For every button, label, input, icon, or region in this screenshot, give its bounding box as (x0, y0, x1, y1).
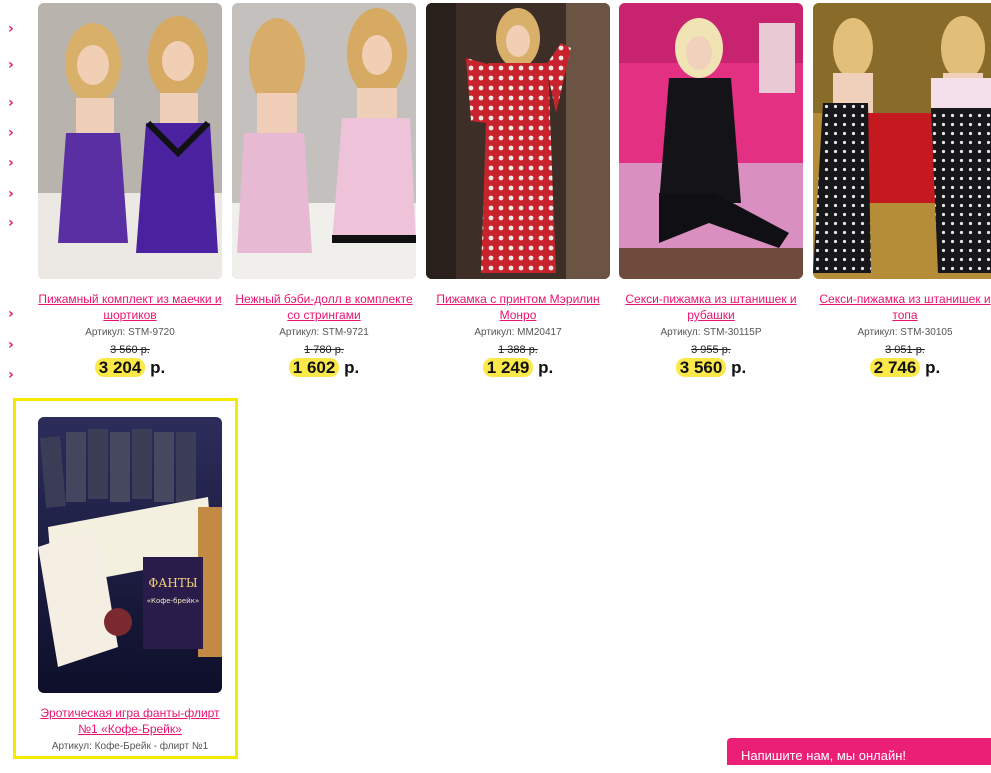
product-card[interactable]: Секси-пижамка из штанишек и рубашки Арти… (619, 3, 803, 378)
price-value: 1 249 (482, 358, 534, 377)
product-sku: Артикул: STM-30115P (660, 327, 762, 338)
game-box-title: ФАНТЫ (148, 576, 198, 590)
price: 3 560 р. (675, 358, 747, 378)
product-sku: Артикул: STM-9720 (85, 327, 175, 338)
price: 1 249 р. (482, 358, 554, 378)
product-card[interactable]: ФАНТЫ «Кофе-брейк» Эротическая игра фант… (38, 417, 222, 753)
chevron-right-icon[interactable]: › (8, 58, 20, 72)
chevron-right-icon[interactable]: › (8, 307, 20, 321)
product-card[interactable]: Нежный бэби-долл в комплекте со стрингам… (232, 3, 416, 378)
product-image[interactable] (232, 3, 416, 279)
old-price: 1 388 р. (498, 344, 538, 356)
chevron-right-icon[interactable]: › (8, 338, 20, 352)
price: 3 204 р. (94, 358, 166, 378)
price-currency: р. (925, 358, 941, 377)
old-price: 3 051 р. (885, 344, 925, 356)
price-currency: р. (731, 358, 747, 377)
product-title-link[interactable]: Секси-пижамка из штанишек и рубашки (619, 291, 803, 323)
price-currency: р. (150, 358, 166, 377)
chevron-right-icon[interactable]: › (8, 22, 20, 36)
price: 1 602 р. (288, 358, 360, 378)
product-title-link[interactable]: Нежный бэби-долл в комплекте со стрингам… (232, 291, 416, 323)
product-title-link[interactable]: Пижамка с принтом Мэрилин Монро (426, 291, 610, 323)
price-currency: р. (344, 358, 360, 377)
product-sku: Артикул: MM20417 (474, 327, 562, 338)
chevron-right-icon[interactable]: › (8, 156, 20, 170)
chevron-right-icon[interactable]: › (8, 96, 20, 110)
price-currency: р. (538, 358, 554, 377)
game-box-subtitle: «Кофе-брейк» (147, 597, 199, 605)
price-value: 3 204 (94, 358, 146, 377)
product-title-link[interactable]: Эротическая игра фанты-флирт №1 «Кофе-Бр… (38, 705, 222, 737)
price: 2 746 р. (869, 358, 941, 378)
product-image[interactable] (426, 3, 610, 279)
product-image[interactable] (813, 3, 991, 279)
product-image[interactable] (38, 3, 222, 279)
price-value: 3 560 (675, 358, 727, 377)
product-title-link[interactable]: Пижамный комплект из маечки и шортиков (38, 291, 222, 323)
product-image[interactable] (619, 3, 803, 279)
old-price: 3 955 р. (691, 344, 731, 356)
product-card[interactable]: Секси-пижамка из штанишек и топа Артикул… (813, 3, 991, 378)
product-card[interactable]: Пижамный комплект из маечки и шортиков А… (38, 3, 222, 378)
price-value: 2 746 (869, 358, 921, 377)
chevron-right-icon[interactable]: › (8, 368, 20, 382)
chevron-right-icon[interactable]: › (8, 216, 20, 230)
chevron-right-icon[interactable]: › (8, 187, 20, 201)
old-price: 1 780 р. (304, 344, 344, 356)
product-sku: Артикул: Кофе-Брейк - флирт №1 (51, 741, 209, 752)
price-value: 1 602 (288, 358, 340, 377)
product-title-link[interactable]: Секси-пижамка из штанишек и топа (813, 291, 991, 323)
product-card[interactable]: Пижамка с принтом Мэрилин Монро Артикул:… (426, 3, 610, 378)
chevron-right-icon[interactable]: › (8, 126, 20, 140)
product-image[interactable]: ФАНТЫ «Кофе-брейк» (38, 417, 222, 693)
product-sku: Артикул: STM-30105 (857, 327, 953, 338)
product-sku: Артикул: STM-9721 (279, 327, 369, 338)
chat-widget-button[interactable]: Напишите нам, мы онлайн! (727, 738, 991, 765)
old-price: 3 560 р. (110, 344, 150, 356)
